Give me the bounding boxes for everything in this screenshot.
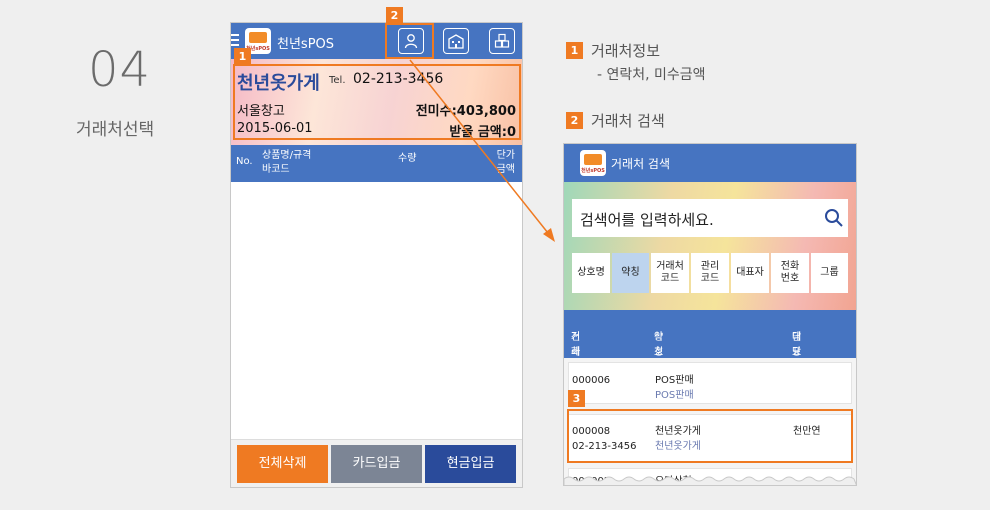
- search-input[interactable]: 검색어를 입력하세요.: [572, 199, 848, 237]
- result-table-header: 거래처코드전화번호 상호명약칭 대표자담당자: [564, 310, 856, 403]
- torn-edge: [564, 476, 856, 485]
- row-name: POS판매 POS판매: [655, 375, 694, 401]
- search-header: 천년sPOS 거래처 검색: [564, 144, 856, 182]
- search-panel: 검색어를 입력하세요. 상호명 약칭 거래처 코드 관리 코드 대표자 전화 번호 그…: [564, 182, 856, 310]
- row-code: 000006: [572, 375, 611, 386]
- filter-company-name[interactable]: 상호명: [572, 253, 610, 293]
- filter-representative[interactable]: 대표자: [731, 253, 769, 293]
- filter-manage-code[interactable]: 관리 코드: [691, 253, 729, 293]
- legend-customer-info-sub: - 연락처, 미수금액: [597, 67, 706, 83]
- filter-group[interactable]: 그룹: [811, 253, 848, 293]
- highlight-selected-row: [567, 409, 853, 463]
- search-icon[interactable]: [824, 208, 844, 228]
- table-row[interactable]: 000006 POS판매 POS판매: [568, 362, 852, 404]
- search-title: 거래처 검색: [611, 157, 671, 171]
- filter-customer-code[interactable]: 거래처 코드: [651, 253, 689, 293]
- badge-3: 3: [568, 390, 585, 407]
- filter-phone[interactable]: 전화 번호: [771, 253, 809, 293]
- legend-customer-info: 1 거래처정보: [566, 40, 660, 61]
- app-logo: 천년sPOS: [580, 150, 606, 176]
- filter-alias[interactable]: 약칭: [612, 253, 649, 293]
- search-placeholder: 검색어를 입력하세요.: [580, 211, 714, 229]
- legend-customer-search: 2 거래처 검색: [566, 110, 665, 131]
